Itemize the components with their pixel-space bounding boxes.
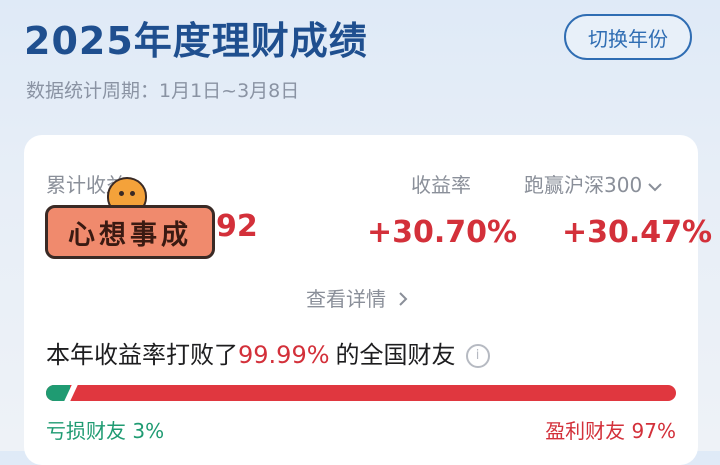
beat-statement: 本年收益率打败了99.99% 的全国财友 i — [46, 335, 490, 370]
gain-legend: 盈利财友 97% — [545, 419, 676, 443]
view-details-link[interactable]: 查看详情 — [306, 283, 408, 312]
benchmark-selector[interactable]: 跑赢沪深300 — [524, 169, 662, 198]
beat-suffix: 的全国财友 — [335, 341, 456, 369]
period-subtitle: 数据统计周期：1月1日~3月8日 — [26, 80, 300, 102]
switch-year-button[interactable]: 切换年份 — [564, 14, 692, 60]
chevron-down-icon — [648, 173, 662, 197]
cumulative-value: 92 — [216, 209, 258, 244]
beat-percent: 99.99% — [238, 341, 330, 369]
beat-prefix: 本年收益率打败了 — [46, 341, 238, 369]
lucky-sticker: 心想事成 — [45, 205, 215, 259]
view-details-label: 查看详情 — [306, 287, 386, 311]
performance-card: 累计收益 92 心想事成 收益率 +30.70% 跑赢沪深300 +30.47%… — [24, 135, 712, 465]
ratio-bar — [46, 385, 676, 401]
chevron-right-icon — [398, 287, 408, 311]
info-icon[interactable]: i — [465, 344, 490, 368]
loss-legend: 亏损财友 3% — [46, 419, 165, 443]
page-title: 2025年度理财成绩 — [24, 19, 368, 63]
benchmark-value: +30.47% — [562, 215, 713, 250]
return-rate-value: +30.70% — [367, 215, 518, 250]
return-rate-label: 收益率 — [411, 173, 471, 197]
benchmark-label: 跑赢沪深300 — [524, 173, 643, 197]
